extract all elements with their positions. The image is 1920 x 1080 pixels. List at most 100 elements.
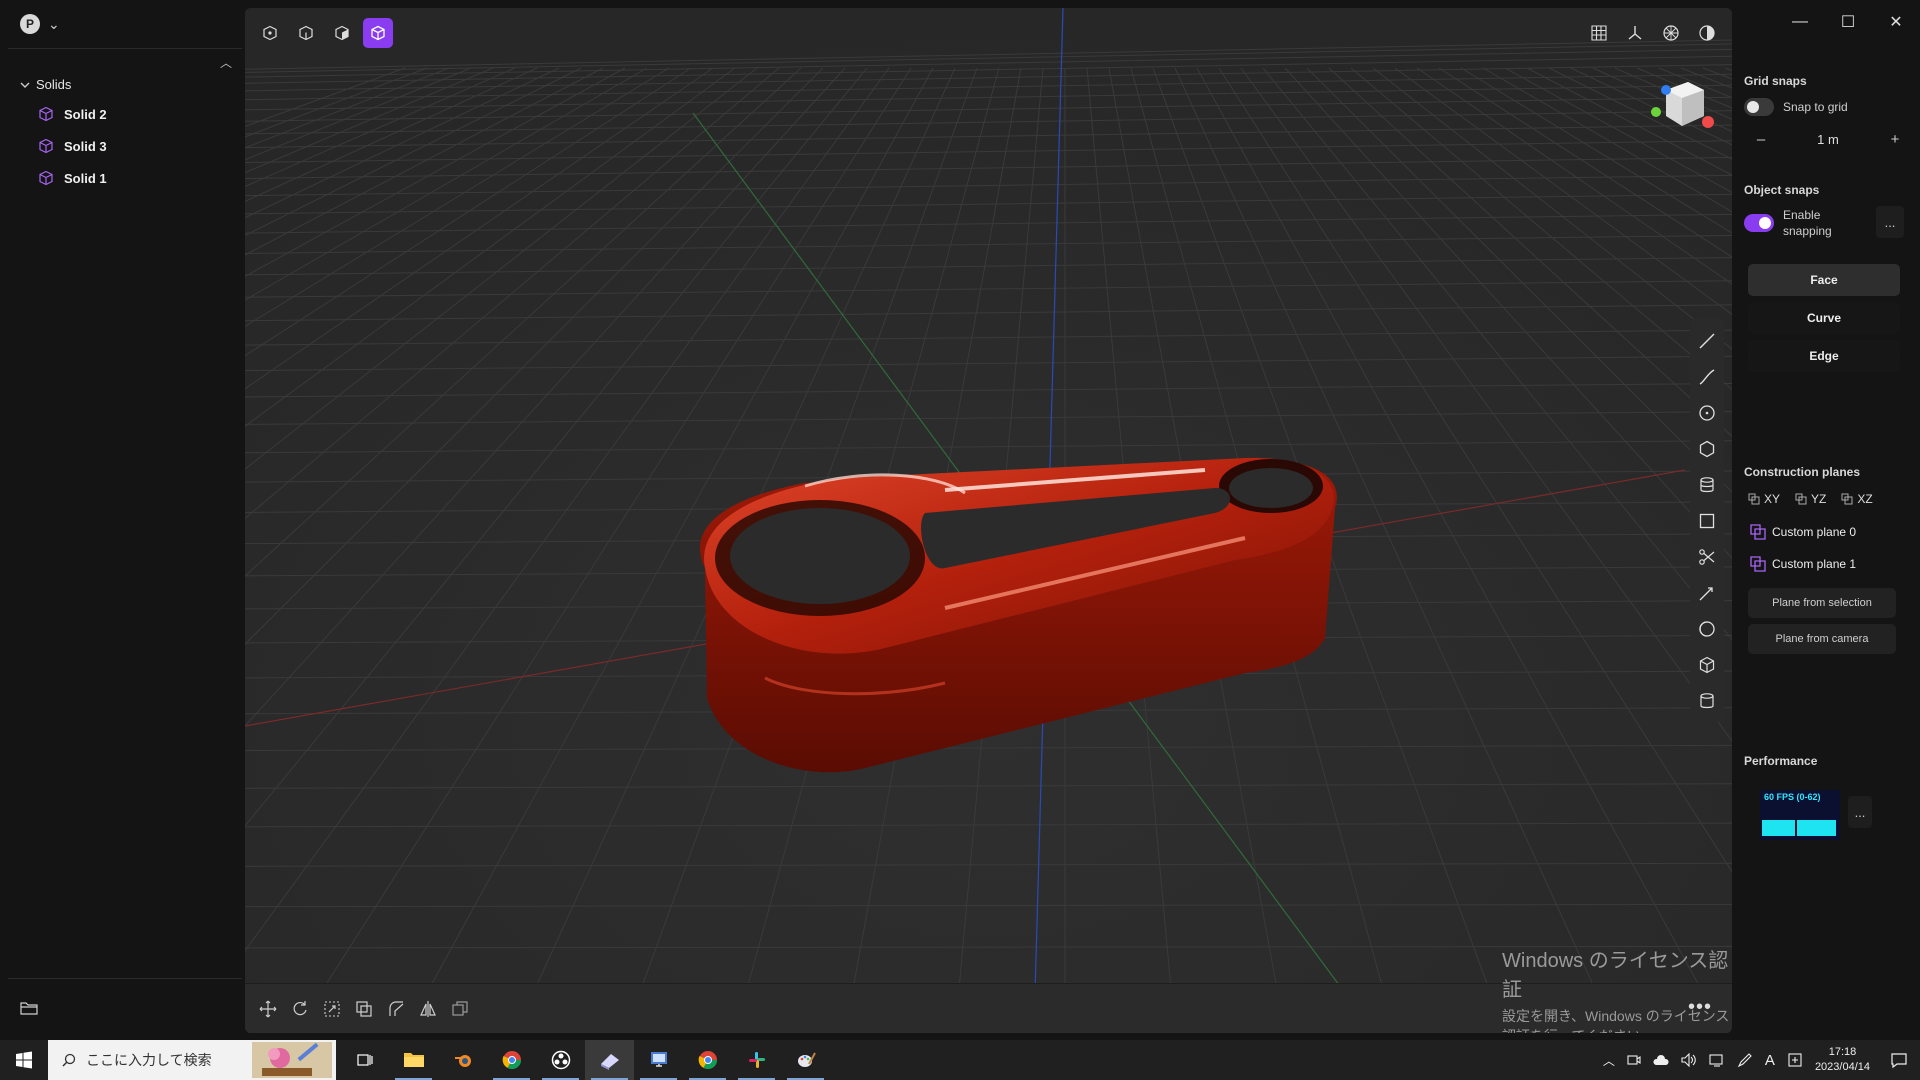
- render-mode-button[interactable]: [1656, 18, 1686, 48]
- snap-to-grid-toggle[interactable]: [1744, 98, 1774, 116]
- cut-tool[interactable]: [1695, 544, 1719, 569]
- volume-icon[interactable]: [1681, 1053, 1697, 1067]
- task-view-button[interactable]: [340, 1040, 389, 1080]
- ime-options-icon[interactable]: [1787, 1052, 1803, 1068]
- plane-icon: [1841, 493, 1853, 505]
- pen-workspace-icon[interactable]: [1737, 1052, 1753, 1068]
- start-button[interactable]: [0, 1040, 48, 1080]
- axes-icon: [1628, 26, 1642, 40]
- decrement-button[interactable]: –: [1748, 131, 1774, 148]
- chrome-icon: [698, 1051, 717, 1070]
- plane-label: XY: [1764, 492, 1781, 506]
- right-panel: — ☐ ✕ Grid snaps Snap to grid – 1 m + Ob…: [1736, 0, 1920, 1040]
- chevron-up-icon[interactable]: ︿: [220, 54, 232, 71]
- custom-plane-1[interactable]: Custom plane 1: [1750, 556, 1856, 572]
- scene-canvas[interactable]: [245, 8, 1732, 1033]
- enable-snapping-toggle[interactable]: [1744, 214, 1774, 232]
- axes-toggle-button[interactable]: [1620, 18, 1650, 48]
- snap-options-button[interactable]: ...: [1876, 206, 1904, 238]
- custom-plane-icon: [1750, 524, 1766, 540]
- construction-planes-title: Construction planes: [1744, 465, 1861, 479]
- custom-plane-label: Custom plane 0: [1772, 525, 1857, 539]
- grid-size-value[interactable]: 1 m: [1817, 132, 1839, 147]
- 3d-viewport[interactable]: ••• Windows のライセンス認証 設定を開き、Windows のライセン…: [245, 8, 1732, 1033]
- tree-item-solid-1[interactable]: Solid 1: [38, 162, 107, 194]
- boolean-icon: [356, 1001, 372, 1017]
- avatar[interactable]: P: [20, 14, 40, 34]
- file-explorer-app[interactable]: [389, 1040, 438, 1080]
- sphere-tool[interactable]: [1695, 616, 1719, 641]
- close-button[interactable]: ✕: [1872, 0, 1920, 44]
- grid-toggle-button[interactable]: [1584, 18, 1614, 48]
- obs-app[interactable]: [536, 1040, 585, 1080]
- network-icon[interactable]: [1709, 1053, 1725, 1067]
- plane-from-selection-button[interactable]: Plane from selection: [1748, 588, 1896, 618]
- system-clock[interactable]: 17:18 2023/04/14: [1815, 1045, 1870, 1075]
- curve-tool[interactable]: [1695, 364, 1719, 389]
- fps-meter: 60 FPS (0-62): [1760, 790, 1840, 840]
- remote-app[interactable]: [634, 1040, 683, 1080]
- folder-icon[interactable]: [20, 1000, 38, 1016]
- chevron-up-icon[interactable]: ︿: [1603, 1052, 1615, 1069]
- plane-from-camera-button[interactable]: Plane from camera: [1748, 624, 1896, 654]
- move-icon: [259, 1000, 277, 1018]
- notification-icon[interactable]: [1890, 1051, 1908, 1069]
- move-tool[interactable]: [255, 996, 281, 1022]
- snap-curve-button[interactable]: Curve: [1748, 302, 1900, 334]
- increment-button[interactable]: +: [1882, 131, 1908, 148]
- minimize-button[interactable]: —: [1776, 0, 1824, 44]
- polygon-tool[interactable]: [1695, 436, 1719, 461]
- custom-plane-0[interactable]: Custom plane 0: [1750, 524, 1856, 540]
- slack-app[interactable]: [732, 1040, 781, 1080]
- circle-tool[interactable]: [1695, 400, 1719, 425]
- plane-xy[interactable]: XY: [1748, 492, 1780, 506]
- pen-tool[interactable]: [1695, 580, 1719, 605]
- grid-icon: [1591, 25, 1607, 41]
- paint-app[interactable]: [781, 1040, 830, 1080]
- chrome-app[interactable]: [487, 1040, 536, 1080]
- scale-tool[interactable]: [319, 996, 345, 1022]
- plane-xz[interactable]: XZ: [1841, 492, 1873, 506]
- grid-snaps-title: Grid snaps: [1744, 74, 1807, 88]
- tree-item-solid-2[interactable]: Solid 2: [38, 98, 107, 130]
- boolean-tool[interactable]: [351, 996, 377, 1022]
- tree-item-solid-3[interactable]: Solid 3: [38, 130, 107, 162]
- face-select-button[interactable]: [327, 18, 357, 48]
- snap-to-grid-row: Snap to grid: [1744, 98, 1848, 116]
- vertex-select-button[interactable]: [255, 18, 285, 48]
- fillet-tool[interactable]: [383, 996, 409, 1022]
- line-tool[interactable]: [1695, 328, 1719, 353]
- plane-yz[interactable]: YZ: [1795, 492, 1826, 506]
- maximize-button[interactable]: ☐: [1824, 0, 1872, 44]
- taskbar-search[interactable]: ここに入力して検索: [48, 1040, 336, 1080]
- edge-select-button[interactable]: [291, 18, 321, 48]
- rotate-icon: [293, 1001, 307, 1016]
- snap-face-button[interactable]: Face: [1748, 264, 1900, 296]
- navigation-cube[interactable]: [1644, 78, 1714, 143]
- ime-indicator[interactable]: A: [1765, 1052, 1775, 1069]
- mirror-tool[interactable]: [415, 996, 441, 1022]
- shading-button[interactable]: [1692, 18, 1722, 48]
- chevron-down-icon[interactable]: ⌄: [48, 16, 60, 33]
- performance-options-button[interactable]: ...: [1848, 796, 1872, 828]
- duplicate-tool[interactable]: [447, 996, 473, 1022]
- rectangle-tool[interactable]: [1695, 508, 1719, 533]
- meet-now-icon[interactable]: [1627, 1053, 1641, 1067]
- fps-bar: [1762, 820, 1836, 836]
- clock-date: 2023/04/14: [1814, 1061, 1870, 1073]
- grid-size-stepper: – 1 m +: [1748, 126, 1908, 152]
- window-controls: — ☐ ✕: [1776, 0, 1920, 44]
- cube-tool[interactable]: [1695, 652, 1719, 677]
- watermark-subtitle: 設定を開き、Windows のライセンス認証を行ってください。: [1502, 1008, 1730, 1033]
- modeling-app[interactable]: [585, 1040, 634, 1080]
- profile-menu[interactable]: P ⌄: [20, 14, 60, 34]
- snap-edge-button[interactable]: Edge: [1748, 340, 1900, 372]
- layers-tool[interactable]: [1695, 472, 1719, 497]
- blender-app[interactable]: [438, 1040, 487, 1080]
- solids-section-header[interactable]: Solids: [20, 77, 71, 92]
- cylinder-tool[interactable]: [1695, 688, 1719, 713]
- onedrive-cloud-icon[interactable]: [1653, 1054, 1669, 1066]
- chrome-profile-app[interactable]: [683, 1040, 732, 1080]
- solid-select-button[interactable]: [363, 18, 393, 48]
- rotate-tool[interactable]: [287, 996, 313, 1022]
